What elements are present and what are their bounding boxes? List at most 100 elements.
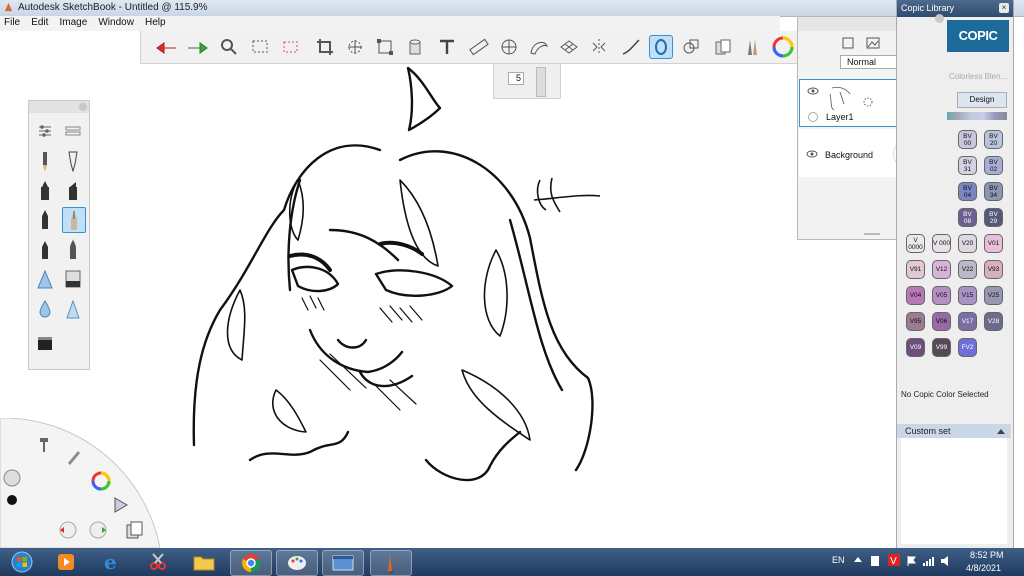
layers-copy-icon[interactable]	[124, 520, 144, 543]
select-arrow-icon[interactable]	[112, 496, 130, 517]
menu-file[interactable]: File	[0, 16, 24, 29]
menu-help[interactable]: Help	[141, 16, 170, 29]
antivirus-icon[interactable]: V	[888, 554, 900, 568]
color-family-strip[interactable]	[947, 112, 1007, 120]
copic-swatch[interactable]: BV 29	[984, 208, 1003, 227]
copic-swatch[interactable]: V99	[932, 338, 951, 357]
copic-swatch[interactable]: V 0000	[906, 234, 925, 253]
menu-edit[interactable]: Edit	[27, 16, 52, 29]
copic-swatch[interactable]: V95	[906, 312, 925, 331]
paint-icon[interactable]	[276, 550, 318, 576]
copic-swatch[interactable]: FV2	[958, 338, 977, 357]
brush-library-icon[interactable]	[741, 35, 765, 59]
copic-swatch[interactable]: V20	[958, 234, 977, 253]
show-hidden-icons[interactable]	[854, 556, 862, 566]
ruler-icon[interactable]	[467, 35, 491, 59]
custom-set-header[interactable]: Custom set	[897, 424, 1011, 438]
copic-header[interactable]: Copic Library ×	[897, 0, 1013, 17]
marker-icon[interactable]	[34, 178, 56, 202]
inking-pen-icon[interactable]	[62, 207, 86, 233]
flag-icon[interactable]	[906, 555, 916, 569]
visibility-eye-icon[interactable]	[806, 149, 818, 161]
copic-swatch[interactable]: V17	[958, 312, 977, 331]
brush-settings-icon[interactable]	[34, 119, 56, 143]
copic-swatch[interactable]: V05	[932, 286, 951, 305]
add-layer-icon[interactable]	[842, 37, 854, 52]
language-indicator[interactable]: EN	[832, 555, 845, 565]
fill-icon[interactable]	[403, 35, 427, 59]
crop-icon[interactable]	[313, 35, 337, 59]
custom-set-collapse-icon[interactable]	[997, 428, 1005, 434]
window-app-icon[interactable]	[322, 550, 364, 576]
brush-pen-icon[interactable]	[62, 237, 84, 261]
copic-swatch[interactable]: V04	[906, 286, 925, 305]
copic-swatch[interactable]: BV 04	[958, 182, 977, 201]
palette-close-icon[interactable]	[79, 103, 87, 111]
copic-swatch[interactable]: BV 20	[984, 130, 1003, 149]
radial-undo-icon[interactable]	[56, 521, 80, 542]
select-lasso-icon[interactable]	[279, 35, 303, 59]
eraser-icon[interactable]	[62, 267, 84, 291]
media-player-icon[interactable]	[46, 550, 86, 574]
ellipse-tool-icon[interactable]	[497, 35, 521, 59]
undo-icon[interactable]	[155, 35, 179, 59]
copic-swatch[interactable]: V28	[984, 312, 1003, 331]
brush-grid-icon[interactable]	[62, 119, 84, 143]
copic-swatch[interactable]: V06	[932, 312, 951, 331]
drawing-canvas[interactable]	[180, 60, 620, 490]
sketchbook-taskbar-icon[interactable]	[370, 550, 412, 576]
copic-swatch[interactable]: V15	[958, 286, 977, 305]
blur-drop-icon[interactable]	[34, 297, 56, 321]
distort-icon[interactable]	[373, 35, 397, 59]
visibility-eye-icon[interactable]	[807, 86, 819, 98]
copic-swatch[interactable]: BV 34	[984, 182, 1003, 201]
text-icon[interactable]	[435, 35, 459, 59]
color-wheel-icon[interactable]	[771, 35, 795, 59]
copic-swatch[interactable]: BV 31	[958, 156, 977, 175]
ballpoint-icon[interactable]	[62, 149, 84, 173]
radial-redo-icon[interactable]	[86, 521, 110, 542]
tray-app-icon[interactable]	[870, 555, 880, 569]
chisel-marker-icon[interactable]	[62, 178, 84, 202]
pencil-icon[interactable]	[34, 149, 56, 173]
network-icon[interactable]	[922, 555, 934, 569]
internet-explorer-icon[interactable]: e	[92, 550, 132, 574]
tab-design[interactable]: Design	[957, 92, 1007, 108]
perspective-icon[interactable]	[557, 35, 581, 59]
brush-menu-icon[interactable]	[64, 447, 84, 470]
copic-swatch[interactable]: V 000	[932, 234, 951, 253]
copic-close-icon[interactable]: ×	[999, 3, 1009, 13]
copic-swatch[interactable]: V91	[906, 260, 925, 279]
copic-swatch[interactable]: V93	[984, 260, 1003, 279]
zoom-icon[interactable]	[217, 35, 241, 59]
volume-icon[interactable]	[940, 555, 952, 569]
copic-swatch[interactable]: V09	[906, 338, 925, 357]
color-puck-icon[interactable]	[90, 470, 112, 495]
clock-time[interactable]: 8:52 PM	[970, 550, 1004, 560]
symmetry-icon[interactable]	[587, 35, 611, 59]
solid-fill-icon[interactable]	[34, 331, 56, 355]
transform-icon[interactable]	[343, 35, 367, 59]
fineliner-icon[interactable]	[34, 237, 56, 261]
copic-swatch[interactable]: V01	[984, 234, 1003, 253]
resize-grip[interactable]	[864, 233, 880, 235]
snipping-tool-icon[interactable]	[138, 550, 178, 574]
copy-paste-icon[interactable]	[711, 35, 735, 59]
custom-set-area[interactable]	[901, 438, 1007, 544]
layer-lock-radio[interactable]	[808, 112, 818, 122]
redo-icon[interactable]	[185, 35, 209, 59]
file-explorer-icon[interactable]	[184, 550, 224, 574]
felt-pen-icon[interactable]	[34, 207, 56, 231]
copic-collapse-icon[interactable]	[935, 14, 944, 23]
french-curve-icon[interactable]	[527, 35, 551, 59]
add-image-icon[interactable]	[866, 37, 880, 52]
copic-swatch[interactable]: BV 08	[958, 208, 977, 227]
menu-image[interactable]: Image	[55, 16, 91, 29]
clock-date[interactable]: 4/8/2021	[966, 563, 1001, 573]
copic-swatch[interactable]: V12	[932, 260, 951, 279]
copic-swatch[interactable]: V25	[984, 286, 1003, 305]
start-button[interactable]	[2, 550, 42, 574]
stroke-line-icon[interactable]	[619, 35, 643, 59]
select-rect-icon[interactable]	[249, 35, 273, 59]
tools-hammer-icon[interactable]	[34, 434, 54, 457]
